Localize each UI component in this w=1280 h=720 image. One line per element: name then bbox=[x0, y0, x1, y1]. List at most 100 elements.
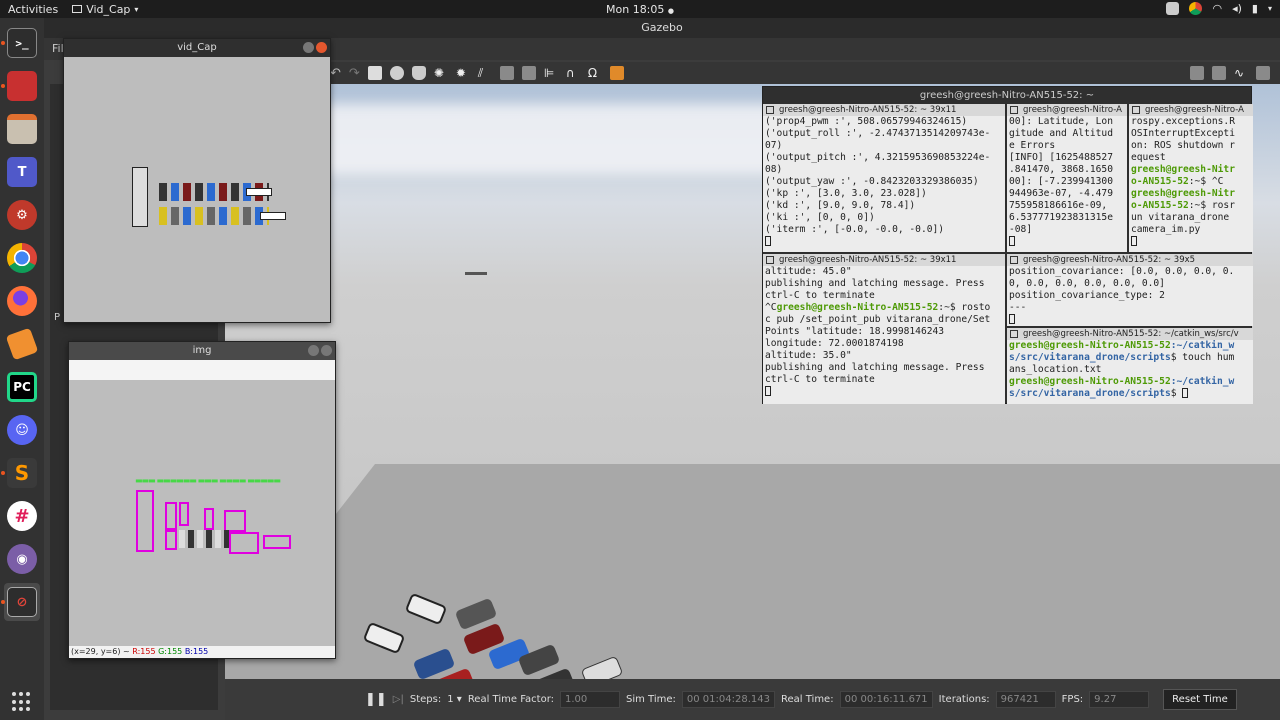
window-titlebar[interactable]: img bbox=[69, 342, 335, 360]
copy-icon[interactable] bbox=[499, 66, 514, 80]
truck-model bbox=[132, 167, 148, 227]
sphere-shape-icon[interactable] bbox=[389, 66, 404, 80]
show-applications-icon[interactable] bbox=[12, 692, 32, 712]
running-indicator bbox=[1, 41, 5, 45]
screen-recorder-icon: ⊘ bbox=[7, 587, 37, 617]
dock-terminal[interactable]: >_ bbox=[1, 24, 40, 62]
discord-icon: ☺ bbox=[7, 415, 37, 445]
top-bar: Activities Vid_Cap ▾ Mon 18:05 ● ◠ ◂) ▮ … bbox=[0, 0, 1280, 18]
app-menu-label: Vid_Cap bbox=[86, 2, 131, 16]
rtf-label: Real Time Factor: bbox=[467, 694, 555, 705]
spot-light-icon[interactable]: ✹ bbox=[456, 66, 470, 80]
github-icon: ◉ bbox=[7, 544, 37, 574]
box-shape-icon[interactable] bbox=[367, 66, 382, 80]
pane-header[interactable]: greesh@greesh-Nitro-AN515-52: ~ 39x11 bbox=[763, 254, 1005, 266]
minimize-icon[interactable] bbox=[303, 42, 314, 53]
dock-firefox[interactable] bbox=[4, 282, 40, 320]
dock-pycharm[interactable]: PC bbox=[4, 368, 40, 406]
pause-button[interactable]: ❚❚ bbox=[365, 692, 387, 707]
point-light-icon[interactable]: ✺ bbox=[434, 66, 448, 80]
pane-header-label: greesh@greesh-Nitro-AN515-52: ~ 39x11 bbox=[779, 255, 957, 265]
window-title: vid_Cap bbox=[177, 42, 217, 53]
battery-icon[interactable]: ▮ bbox=[1252, 2, 1258, 15]
dock-slack[interactable]: # bbox=[4, 497, 40, 535]
system-tray[interactable]: ◠ ◂) ▮ ▾ bbox=[1166, 2, 1272, 15]
cylinder-shape-icon[interactable] bbox=[411, 66, 426, 80]
clock[interactable]: Mon 18:05 ● bbox=[0, 3, 1280, 16]
file-menu[interactable]: Fil bbox=[52, 42, 64, 55]
pane-header[interactable]: greesh@greesh-Nitro-AN515-52: ~/catkin_w… bbox=[1007, 328, 1253, 340]
dock-sublime-merge[interactable] bbox=[4, 325, 40, 363]
close-icon[interactable] bbox=[321, 345, 332, 356]
sim-time-label: Sim Time: bbox=[626, 694, 676, 705]
chevron-down-icon[interactable]: ▾ bbox=[1268, 4, 1272, 13]
window-titlebar[interactable]: vid_Cap bbox=[64, 39, 330, 57]
pycharm-icon: PC bbox=[7, 372, 37, 402]
terminal-window[interactable]: greesh@greesh-Nitro-AN515-52: ~ greesh@g… bbox=[762, 86, 1253, 404]
close-icon[interactable] bbox=[316, 42, 327, 53]
img-window[interactable]: img ▬▬▬ ▬▬▬▬▬▬ ▬▬▬ ▬▬▬▬ ▬▬▬▬▬ (x=29, y=6… bbox=[68, 341, 336, 659]
terminal-icon: >_ bbox=[7, 28, 37, 58]
align-icon[interactable]: ⊫ bbox=[544, 66, 558, 80]
terminal-pane[interactable]: greesh@greesh-Nitro-AN515-52: ~ 39x11 ('… bbox=[763, 104, 1005, 252]
wifi-icon[interactable]: ◠ bbox=[1212, 2, 1222, 15]
pane-header[interactable]: greesh@greesh-Nitro-AN515-52: ~ 39x11 bbox=[763, 104, 1005, 116]
pane-grid-icon bbox=[1010, 106, 1018, 114]
dock-rviz[interactable] bbox=[1, 67, 40, 105]
terminal-cursor bbox=[765, 236, 771, 246]
terminal-cursor bbox=[1009, 314, 1015, 324]
dock-discord[interactable]: ☺ bbox=[4, 411, 40, 449]
redo-icon[interactable]: ↷ bbox=[349, 66, 360, 81]
detection-box bbox=[263, 535, 291, 549]
directional-light-icon[interactable]: ⫽ bbox=[478, 66, 492, 80]
rtf-field: 1.00 bbox=[560, 691, 621, 708]
vid-cap-window[interactable]: vid_Cap bbox=[63, 38, 331, 323]
paste-icon[interactable] bbox=[521, 66, 536, 80]
activities-button[interactable]: Activities bbox=[8, 3, 58, 16]
video-record-icon[interactable] bbox=[1256, 66, 1270, 80]
dock-chrome[interactable] bbox=[4, 239, 40, 277]
volume-icon[interactable]: ◂) bbox=[1232, 2, 1242, 15]
steps-stepper[interactable]: 1 ▾ bbox=[447, 694, 462, 705]
terminal-pane[interactable]: greesh@greesh-Nitro-AN515-52: ~ 39x11 al… bbox=[763, 254, 1005, 404]
car-row-bottom bbox=[159, 207, 269, 225]
gazebo-toolbar: ↶ ↷ ✺ ✹ ⫽ ⊫ ∩ Ω ∿ bbox=[324, 62, 1280, 84]
dock-settings[interactable]: ⚙ bbox=[4, 196, 40, 234]
dock-screen-recorder[interactable]: ⊘ bbox=[1, 583, 40, 621]
chrome-tray-icon[interactable] bbox=[1189, 2, 1203, 15]
undo-icon[interactable]: ↶ bbox=[330, 66, 341, 81]
terminal-pane[interactable]: greesh@greesh-Nitro-AN515-52: ~ 39x5 pos… bbox=[1007, 254, 1253, 326]
window-icon bbox=[72, 5, 83, 13]
discord-tray-icon[interactable] bbox=[1166, 2, 1180, 15]
panel-label: P bbox=[54, 312, 61, 323]
pane-grid-icon bbox=[1132, 106, 1140, 114]
terminal-pane[interactable]: greesh@greesh-Nitro-A 00]: Latitude, Lon… bbox=[1007, 104, 1127, 252]
dock-sublime-text[interactable]: S bbox=[1, 454, 40, 492]
pane-header[interactable]: greesh@greesh-Nitro-AN515-52: ~ 39x5 bbox=[1007, 254, 1253, 266]
chevron-down-icon: ▾ bbox=[134, 4, 139, 14]
pane-header-label: greesh@greesh-Nitro-A bbox=[1023, 105, 1122, 115]
log-icon[interactable] bbox=[1212, 66, 1226, 80]
step-button[interactable]: ▷| bbox=[393, 694, 404, 705]
dock-files[interactable] bbox=[4, 110, 40, 148]
snap-icon[interactable]: ∩ bbox=[566, 66, 580, 80]
dock: >_ T ⚙ PC ☺ S # ◉ ⊘ bbox=[0, 18, 44, 720]
green-value: G:155 bbox=[158, 647, 183, 656]
terminal-pane[interactable]: greesh@greesh-Nitro-A rospy.exceptions.R… bbox=[1129, 104, 1253, 252]
terminal-pane[interactable]: greesh@greesh-Nitro-AN515-52: ~/catkin_w… bbox=[1007, 328, 1253, 404]
dock-teams[interactable]: T bbox=[4, 153, 40, 191]
magnet-icon[interactable]: Ω bbox=[588, 66, 602, 80]
pane-header[interactable]: greesh@greesh-Nitro-A bbox=[1129, 104, 1253, 116]
terminal-output: greesh@greesh-Nitro-AN515-52:~/catkin_w … bbox=[1009, 340, 1235, 399]
dock-github[interactable]: ◉ bbox=[4, 540, 40, 578]
terminal-cursor bbox=[765, 386, 771, 396]
change-view-icon[interactable] bbox=[609, 66, 624, 80]
app-menu[interactable]: Vid_Cap ▾ bbox=[72, 3, 138, 16]
minimize-icon[interactable] bbox=[308, 345, 319, 356]
pane-header[interactable]: greesh@greesh-Nitro-A bbox=[1007, 104, 1127, 116]
teams-icon: T bbox=[7, 157, 37, 187]
reset-time-button[interactable]: Reset Time bbox=[1163, 689, 1237, 710]
plot-icon[interactable]: ∿ bbox=[1234, 66, 1248, 80]
running-indicator bbox=[1, 84, 5, 88]
screenshot-icon[interactable] bbox=[1190, 66, 1204, 80]
